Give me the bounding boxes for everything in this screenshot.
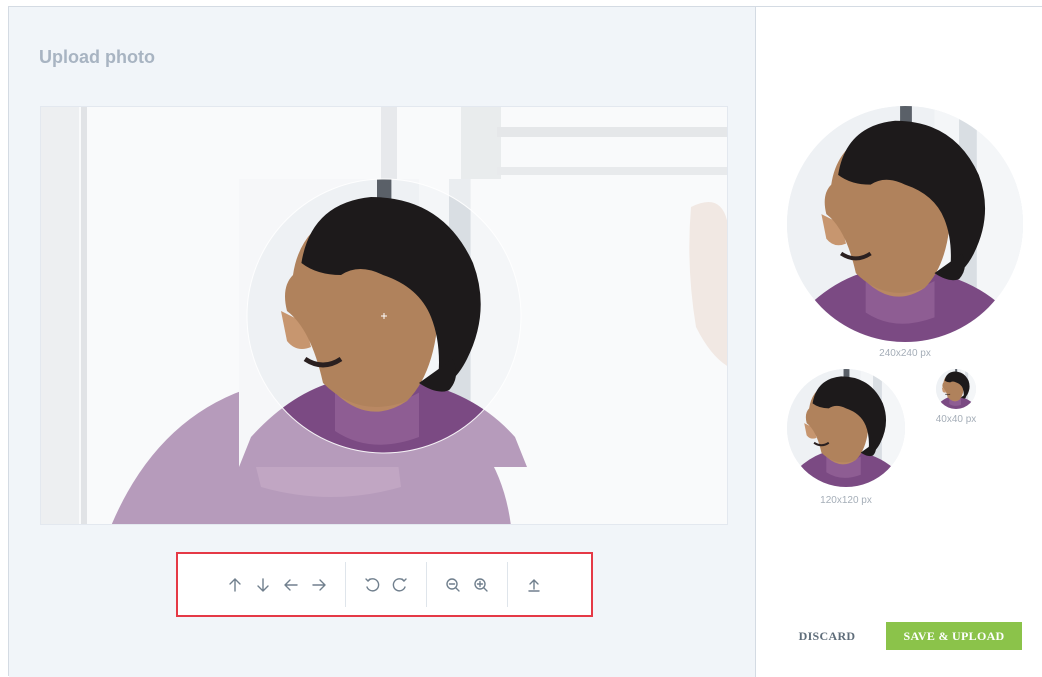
upload-group: [508, 562, 560, 607]
arrow-left-icon[interactable]: [283, 576, 299, 594]
arrow-down-icon[interactable]: [255, 576, 271, 594]
save-upload-button[interactable]: SAVE & UPLOAD: [886, 622, 1022, 650]
upload-icon[interactable]: [526, 576, 542, 594]
discard-button[interactable]: DISCARD: [792, 622, 862, 650]
zoom-group: [427, 562, 508, 607]
dialog-title: Upload photo: [39, 47, 155, 67]
zoom-out-icon[interactable]: [445, 576, 461, 594]
preview-pane: 240x240 px 120x120 px 40x40 px: [757, 7, 1042, 677]
photo-canvas[interactable]: [41, 107, 728, 525]
rotate-left-icon[interactable]: [364, 576, 380, 594]
editor-toolbar: [176, 552, 593, 617]
preview-small: [936, 369, 976, 409]
rotate-right-icon[interactable]: [392, 576, 408, 594]
editor-pane: Upload photo: [9, 7, 756, 677]
preview-large-label: 240x240 px: [879, 348, 931, 359]
arrow-up-icon[interactable]: [227, 576, 243, 594]
preview-small-label: 40x40 px: [935, 414, 977, 425]
zoom-in-icon[interactable]: [473, 576, 489, 594]
move-group: [209, 562, 346, 607]
preview-medium-label: 120x120 px: [820, 495, 872, 506]
crop-editor[interactable]: [40, 106, 728, 525]
preview-large: [787, 106, 1023, 342]
preview-medium: [787, 369, 905, 487]
upload-photo-dialog: Upload photo 240x240 px 120x120 px 40x40…: [8, 6, 1042, 677]
arrow-right-icon[interactable]: [311, 576, 327, 594]
rotate-group: [346, 562, 427, 607]
